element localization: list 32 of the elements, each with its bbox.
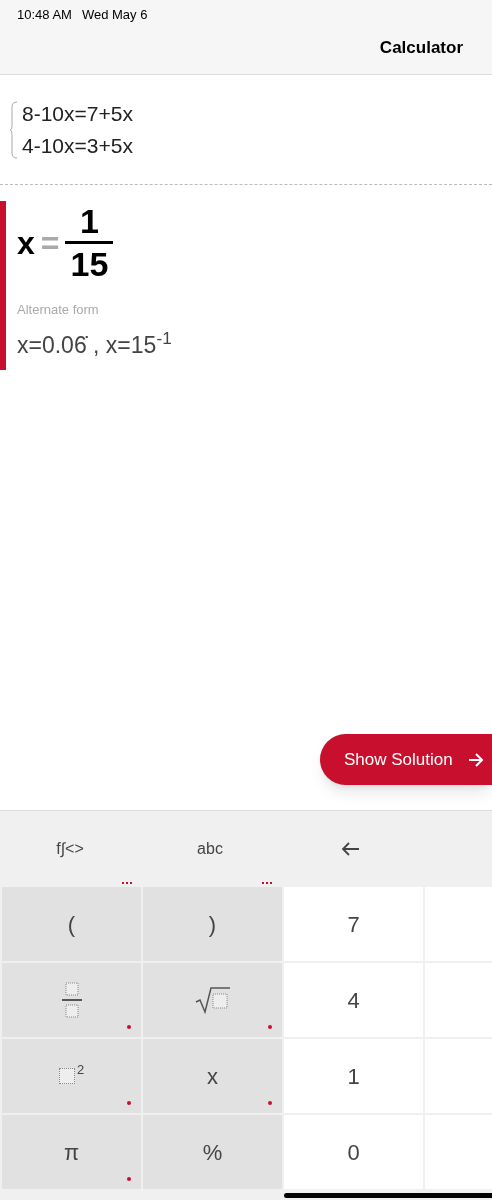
equals-sign: = <box>40 223 60 263</box>
equation-line: 4-10x=3+5x <box>22 132 133 159</box>
keypad-key[interactable]: 1 <box>284 1039 423 1113</box>
keypad-key[interactable]: 4 <box>284 963 423 1037</box>
keypad-key[interactable] <box>2 963 141 1037</box>
fraction-icon <box>60 982 83 1018</box>
keypad-key[interactable]: 0 <box>284 1115 423 1189</box>
arrow-left-icon <box>341 842 359 856</box>
keyboard-tab[interactable]: f∫<> <box>0 811 140 887</box>
keypad-key[interactable]: ( <box>2 887 141 961</box>
keyboard-tab[interactable]: abc <box>140 811 280 887</box>
keypad-key[interactable] <box>143 963 282 1037</box>
numerator: 1 <box>80 201 99 241</box>
equation-line: 8-10x=7+5x <box>22 100 133 127</box>
status-time: 10:48 AM <box>17 6 72 24</box>
keypad-key[interactable]: x <box>143 1039 282 1113</box>
brace-icon <box>10 100 18 159</box>
status-date: Wed May 6 <box>81 6 148 24</box>
denominator: 15 <box>70 244 109 284</box>
alternate-form-label: Alternate form <box>17 301 100 319</box>
arrow-right-icon <box>468 751 483 768</box>
placeholder-box-icon <box>58 1068 75 1084</box>
square-root-icon <box>194 986 231 1014</box>
alternate-form: x=0.06̇ , x=15$^{-1}$ <box>17 327 173 360</box>
result-variable: x <box>17 223 35 263</box>
keypad-key[interactable]: % <box>143 1115 282 1189</box>
header-title: Calculator <box>379 36 463 59</box>
keypad-key[interactable]: 2 <box>2 1039 141 1113</box>
keypad-key[interactable]: π <box>2 1115 141 1189</box>
keypad-key[interactable]: ) <box>143 887 282 961</box>
keypad-key[interactable]: 7 <box>284 887 423 961</box>
show-solution-button[interactable]: Show Solution <box>320 734 492 785</box>
